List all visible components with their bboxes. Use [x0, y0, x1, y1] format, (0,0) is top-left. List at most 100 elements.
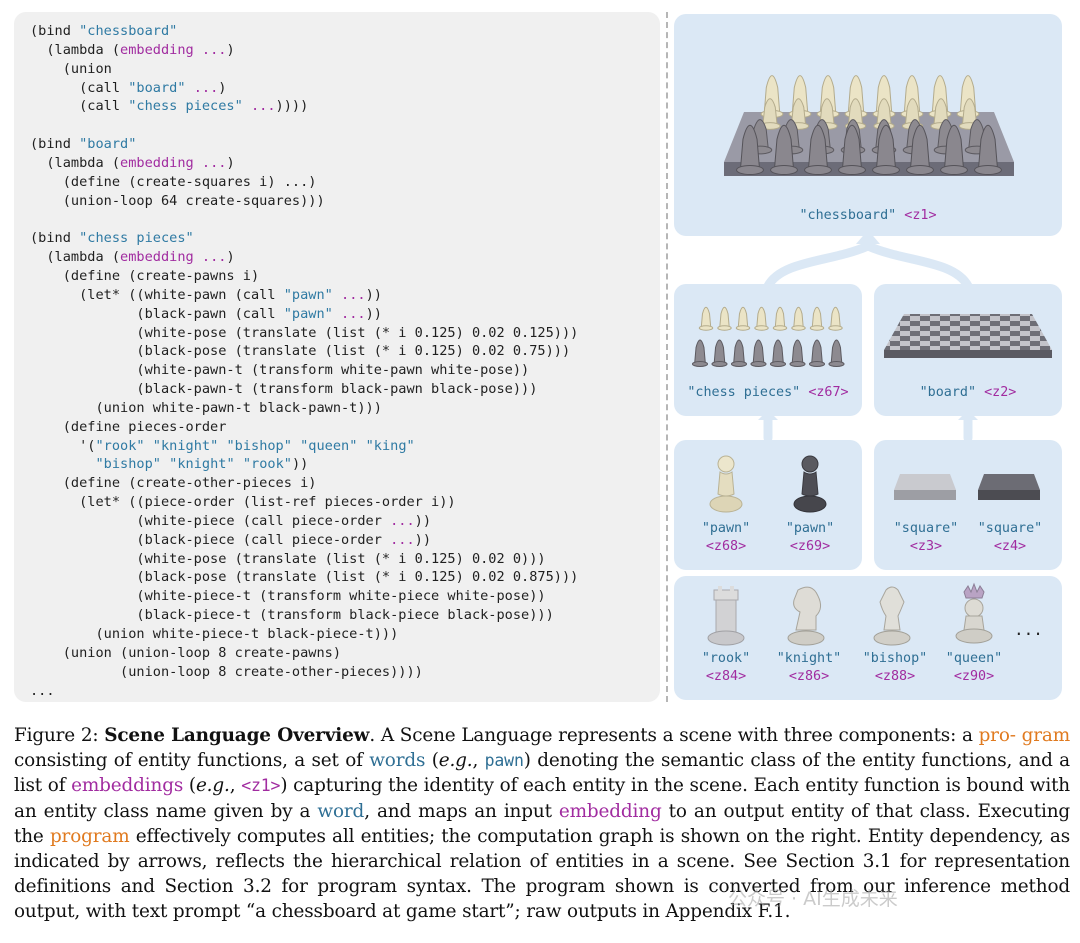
code-embedding-token: ...: [201, 154, 227, 171]
code-token: (let* ((piece-order (list-ref pieces-ord…: [30, 494, 456, 511]
code-line: (union (union-loop 8 create-pawns): [30, 644, 578, 663]
code-token: (lambda (: [30, 41, 121, 58]
code-embedding-token: ...: [193, 79, 219, 96]
board-word: "board": [919, 385, 977, 400]
code-line: (black-piece-t (transform black-piece bl…: [30, 606, 578, 625]
code-token: )): [414, 531, 432, 548]
code-line: (union-loop 8 create-other-pieces)))): [30, 663, 578, 682]
black-piece-base: [838, 165, 866, 175]
square-light-icon: [894, 474, 956, 500]
code-line: (white-pawn-t (transform white-pawn whit…: [30, 361, 578, 380]
code-line: (union-loop 64 create-squares))): [30, 192, 578, 211]
code-token: (black-pawn (call: [30, 305, 284, 322]
arrow-board-to-chessboard: [863, 241, 973, 291]
code-word-token: "rook": [95, 437, 145, 454]
code-token: (call: [30, 98, 129, 115]
chess-pieces-render: [691, 306, 845, 368]
bishop-label: "bishop" <z88>: [852, 650, 938, 686]
caption-z1: <z1>: [241, 776, 281, 796]
code-token: (union-loop 8 create-other-pieces)))): [30, 663, 423, 680]
code-word-token: "chessboard": [79, 23, 178, 39]
code-token: )): [414, 512, 432, 529]
code-token: ): [226, 249, 235, 266]
caption-text: consisting of entity functions, a set of: [14, 750, 370, 772]
board-embedding: <z2>: [984, 385, 1017, 400]
code-line: (bind "chess pieces": [30, 229, 578, 248]
mini-black-piece-base: [691, 360, 709, 368]
pawn-white-word: "pawn": [701, 521, 751, 536]
code-word-token: "rook": [242, 456, 292, 473]
watermark: 公众号 · AI生成未来: [728, 888, 898, 910]
code-line: (define (create-squares i) ...): [30, 173, 578, 192]
code-token: (call: [30, 79, 129, 96]
code-embedding-token: ...: [341, 286, 366, 303]
code-embedding-token: ...: [390, 512, 415, 529]
mini-white-piece: [719, 306, 730, 329]
pawn-black-embedding: <z69>: [789, 539, 831, 554]
chessboard-node: "chessboard" <z1>: [674, 14, 1062, 236]
code-line: (union white-pawn-t black-pawn-t))): [30, 399, 578, 418]
caption-text: ,: [229, 775, 242, 797]
program-code: (bind "chessboard" (lambda (embedding ..…: [30, 22, 578, 700]
chess-pieces-node: "chess pieces" <z67>: [674, 284, 862, 416]
mini-black-piece: [694, 339, 706, 365]
mini-black-piece: [752, 339, 765, 365]
black-piece-base: [804, 165, 832, 175]
knight-label: "knight" <z86>: [766, 650, 852, 686]
code-line: "bishop" "knight" "rook")): [30, 455, 578, 474]
code-embedding-token: ...: [201, 249, 227, 266]
pawns-node: "pawn" <z68> "pawn" <z69>: [674, 440, 862, 570]
code-embedding-token: ...: [390, 531, 415, 548]
queen-word: "queen": [945, 651, 1003, 666]
mini-black-piece-base: [750, 360, 767, 368]
code-token: (union-loop 64 create-squares))): [30, 192, 325, 209]
caption-eg: e.g.: [195, 775, 230, 797]
square-light-embedding: <z3>: [909, 539, 943, 554]
code-word-token: "knight": [152, 437, 219, 454]
code-token: (bind: [30, 230, 80, 247]
caption-eg: e.g.: [438, 750, 473, 772]
bishop-embedding: <z88>: [874, 669, 916, 684]
other-pieces-node: ... "rook" <z84> "knight" <z86> "bishop"…: [674, 576, 1062, 700]
square-dark-embedding: <z4>: [993, 539, 1027, 554]
code-token: ): [226, 154, 235, 171]
code-token: )): [291, 456, 309, 473]
code-token: (lambda (: [30, 249, 121, 266]
mini-white-piece: [793, 306, 804, 329]
code-line: (lambda (embedding ...): [30, 41, 578, 60]
mini-white-piece-base: [717, 325, 732, 331]
mini-black-piece: [830, 339, 843, 365]
mini-white-piece: [774, 306, 786, 329]
mini-black-piece-base: [769, 360, 787, 368]
pawn-black-word: "pawn": [785, 521, 835, 536]
black-piece-base: [770, 165, 798, 175]
code-word-token: "knight": [169, 456, 235, 473]
code-token: )))): [275, 98, 309, 115]
code-line: (lambda (embedding ...): [30, 154, 578, 173]
chess-pieces-word: "chess pieces": [687, 385, 801, 400]
code-token: (define pieces-order: [30, 418, 227, 435]
mini-white-piece-base: [809, 325, 825, 331]
board-render: [884, 314, 1052, 358]
code-token: (black-pawn-t (transform black-pawn blac…: [30, 381, 538, 398]
chessboard-render: [724, 75, 1014, 176]
chessboard-label: "chessboard" <z1>: [674, 207, 1062, 225]
code-embedding-token: embedding: [120, 41, 194, 58]
code-line: (black-pawn-t (transform black-pawn blac…: [30, 380, 578, 399]
code-word-token: "chess pieces": [79, 230, 194, 247]
square-light-label: "square" <z3>: [886, 520, 966, 556]
caption-text: , and maps an input: [364, 800, 559, 822]
knight-embedding: <z86>: [788, 669, 830, 684]
code-token: ...: [30, 682, 55, 699]
code-token: (black-piece-t (transform black-piece bl…: [30, 607, 554, 624]
code-line: (lambda (embedding ...): [30, 248, 578, 267]
caption-embedding: embedding: [558, 800, 662, 822]
caption-text: . A Scene Language represents a scene wi…: [369, 725, 979, 746]
black-piece-base: [940, 165, 968, 175]
